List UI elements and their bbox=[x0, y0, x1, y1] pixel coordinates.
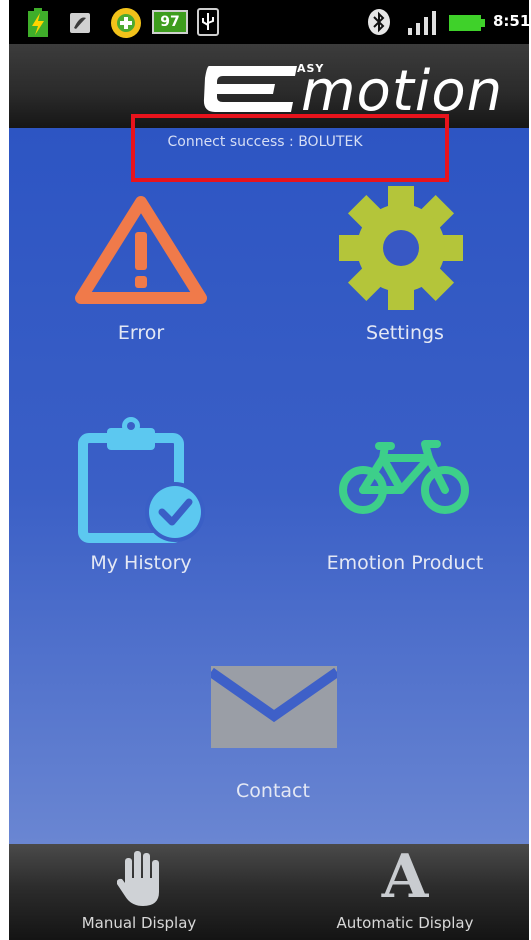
charging-icon bbox=[28, 8, 48, 37]
contact-label: Contact bbox=[236, 780, 310, 802]
history-tile[interactable]: My History bbox=[9, 410, 269, 590]
gear-icon bbox=[339, 186, 463, 310]
emotion-logo-mark-icon bbox=[203, 66, 297, 112]
automatic-letter-icon: A bbox=[381, 842, 429, 912]
bluetooth-icon bbox=[368, 9, 390, 35]
battery-icon: 97 bbox=[152, 10, 188, 34]
signal-icon bbox=[408, 11, 436, 35]
product-label: Emotion Product bbox=[326, 552, 484, 574]
bottom-toolbar: Manual Display A Automatic Display bbox=[9, 842, 529, 940]
error-tile[interactable]: Error bbox=[9, 178, 269, 358]
phone-screen: 97 8:51 ASY motion Connect success: BOL… bbox=[9, 0, 529, 940]
contact-tile[interactable]: Contact bbox=[139, 648, 399, 818]
app-notification-icon bbox=[111, 8, 141, 38]
battery-status-icon bbox=[449, 15, 485, 31]
hand-icon bbox=[117, 851, 159, 906]
history-label: My History bbox=[90, 552, 192, 574]
usb-icon bbox=[197, 8, 219, 36]
automatic-display-button[interactable]: A Automatic Display bbox=[295, 842, 515, 940]
settings-tile[interactable]: Settings bbox=[269, 178, 529, 358]
logo-text: motion bbox=[301, 59, 504, 124]
bicycle-icon bbox=[339, 440, 469, 514]
warning-icon bbox=[75, 196, 207, 304]
clipboard-check-icon bbox=[78, 417, 205, 543]
manual-display-label: Manual Display bbox=[81, 914, 197, 932]
product-tile[interactable]: Emotion Product bbox=[269, 410, 529, 590]
mail-icon bbox=[211, 666, 337, 748]
status-bar: 97 8:51 bbox=[9, 0, 529, 44]
settings-label: Settings bbox=[366, 322, 444, 344]
status-time: 8:51 bbox=[493, 12, 529, 30]
manual-display-button[interactable]: Manual Display bbox=[29, 844, 249, 940]
highlight-box bbox=[131, 114, 449, 182]
main-menu: Connect success : BOLUTEK Error Settings… bbox=[9, 128, 529, 844]
automatic-display-label: Automatic Display bbox=[336, 914, 474, 932]
battery-level-text: 97 bbox=[160, 14, 180, 30]
sim-icon bbox=[70, 13, 90, 33]
error-label: Error bbox=[117, 322, 165, 344]
